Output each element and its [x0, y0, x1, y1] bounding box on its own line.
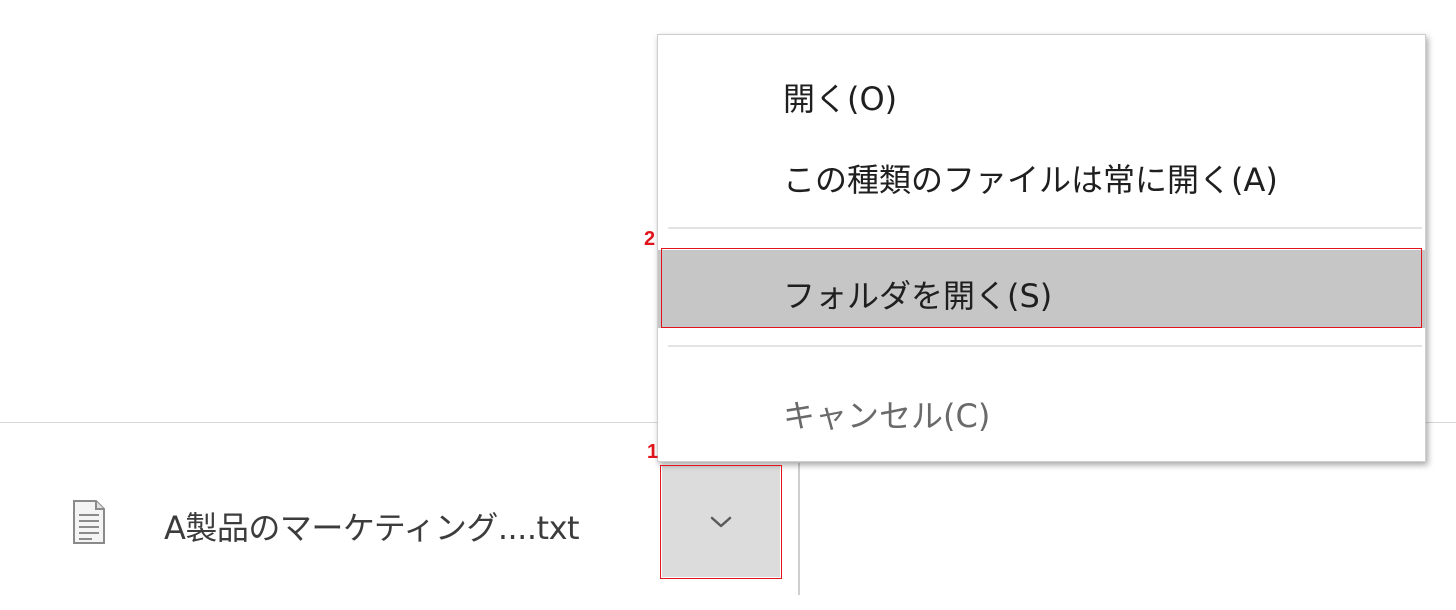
chevron-down-icon — [708, 514, 734, 530]
menu-item-label: 開く(O) — [783, 80, 898, 118]
menu-item-label: フォルダを開く(S) — [783, 277, 1053, 315]
download-context-menu: 開く(O) この種類のファイルは常に開く(A) フォルダを開く(S) キャンセル… — [657, 34, 1426, 462]
open-folder-menu-item[interactable]: フォルダを開く(S) — [658, 250, 1425, 328]
annotation-number-2: 2 — [644, 228, 656, 250]
annotation-number-1: 1 — [647, 441, 659, 463]
screen: A製品のマーケティング....txt 開く(O) この種類のファイルは常に開く(… — [0, 0, 1456, 610]
download-options-button[interactable] — [662, 466, 780, 577]
menu-item-label: キャンセル(C) — [783, 397, 991, 435]
menu-item-always-open-this-type[interactable]: この種類のファイルは常に開く(A) — [658, 151, 1425, 231]
menu-item-cancel[interactable]: キャンセル(C) — [658, 366, 1425, 461]
menu-item-label: この種類のファイルは常に開く(A) — [783, 161, 1278, 199]
menu-separator — [668, 227, 1422, 229]
menu-item-open[interactable]: 開く(O) — [658, 35, 1425, 151]
download-file-name[interactable]: A製品のマーケティング....txt — [164, 503, 580, 549]
text-file-icon — [72, 500, 106, 544]
download-item-divider — [798, 463, 800, 595]
menu-separator — [668, 345, 1422, 347]
